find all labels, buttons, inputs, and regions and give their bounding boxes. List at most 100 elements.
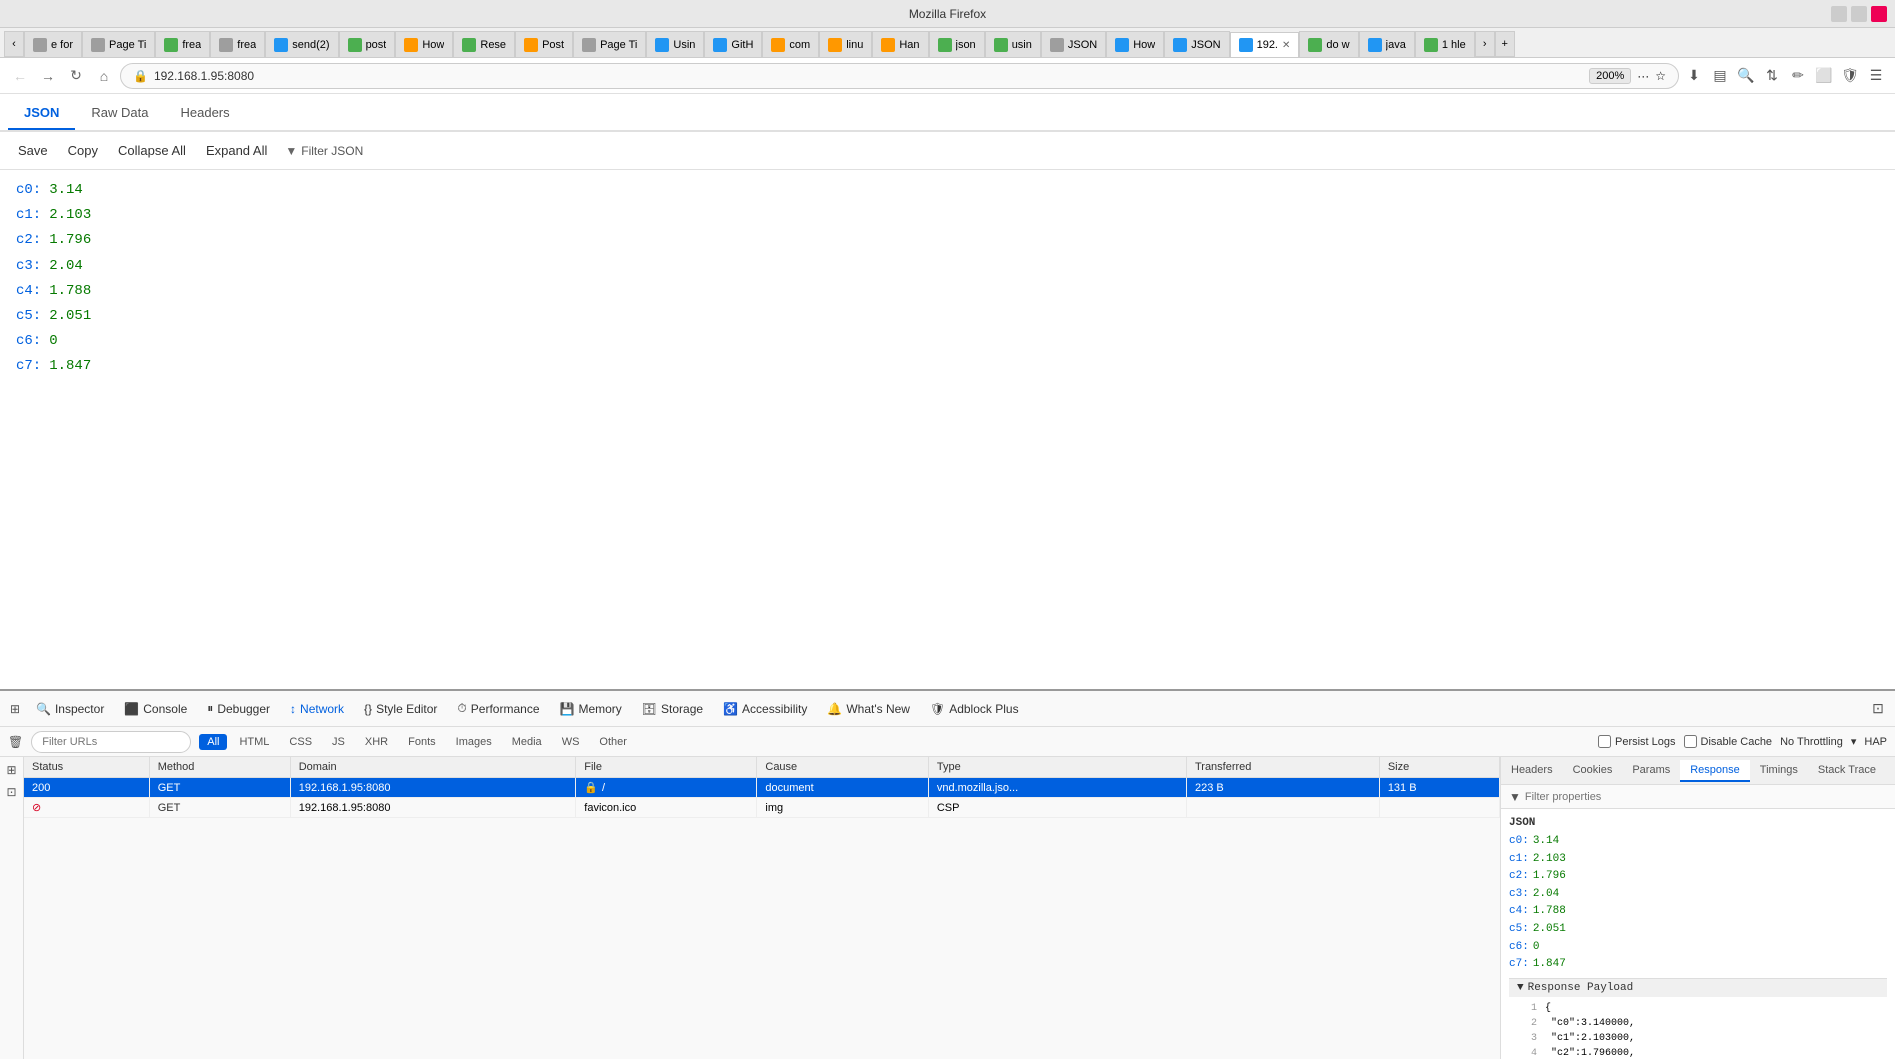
response-filter-input[interactable] [1525, 791, 1887, 803]
filter-json-button[interactable]: ▼ Filter JSON [285, 144, 363, 158]
browser-tab-t6[interactable]: post [339, 31, 396, 57]
throttling-dropdown-icon[interactable]: ▾ [1851, 735, 1857, 748]
network-col-type[interactable]: Type [928, 757, 1186, 778]
forward-button[interactable]: → [36, 64, 60, 88]
response-filter-bar[interactable]: ▼ [1501, 785, 1895, 809]
devtools-tab-network[interactable]: ↕Network [280, 698, 354, 720]
devtools-tab-memory[interactable]: 💾Memory [550, 698, 632, 720]
response-tab-timings[interactable]: Timings [1750, 760, 1808, 782]
response-tab-cookies[interactable]: Cookies [1563, 760, 1623, 782]
browser-tab-t14[interactable]: linu [819, 31, 872, 57]
network-table-row[interactable]: 200GET192.168.1.95:8080🔒/documentvnd.moz… [24, 778, 1500, 798]
network-col-status[interactable]: Status [24, 757, 149, 778]
network-side-icon1[interactable]: ⊞ [3, 761, 21, 779]
adblock-icon[interactable]: 🛡 [1839, 65, 1861, 87]
response-tab-params[interactable]: Params [1622, 760, 1680, 782]
persist-logs-checkbox[interactable] [1598, 735, 1611, 748]
browser-tab-t11[interactable]: Usin [646, 31, 704, 57]
browser-tab-t23[interactable]: java [1359, 31, 1415, 57]
devtools-tab-style_editor[interactable]: {}Style Editor [354, 698, 447, 720]
filter-type-fonts[interactable]: Fonts [400, 734, 444, 750]
json-action-expand-all[interactable]: Expand All [200, 139, 273, 162]
filter-type-html[interactable]: HTML [231, 734, 277, 750]
payload-header[interactable]: ▼ Response Payload [1509, 979, 1887, 997]
sidebar-icon[interactable]: ▤ [1709, 65, 1731, 87]
browser-tab-t20[interactable]: JSON [1164, 31, 1229, 57]
browser-tab-t17[interactable]: usin [985, 31, 1041, 57]
filter-url-input[interactable] [31, 731, 191, 753]
devtools-tab-whats_new[interactable]: 🔔What's New [817, 698, 920, 720]
bookmarks-icon[interactable]: ··· [1637, 69, 1649, 83]
browser-tab-t8[interactable]: Rese [453, 31, 515, 57]
devtools-tab-performance[interactable]: ⏱Performance [447, 697, 549, 720]
network-col-size[interactable]: Size [1379, 757, 1499, 778]
browser-tab-t24[interactable]: 1 hle [1415, 31, 1475, 57]
response-tab-stack-trace[interactable]: Stack Trace [1808, 760, 1886, 782]
tab-prev-button[interactable]: ‹ [4, 31, 24, 57]
devtools-tab-accessibility[interactable]: ♿Accessibility [713, 698, 817, 720]
devtools-tab-adblock[interactable]: 🛡Adblock Plus [920, 698, 1029, 720]
json-action-collapse-all[interactable]: Collapse All [112, 139, 192, 162]
network-side-icon2[interactable]: ⊡ [3, 783, 21, 801]
browser-tab-t5[interactable]: send(2) [265, 31, 338, 57]
filter-type-xhr[interactable]: XHR [357, 734, 396, 750]
network-col-domain[interactable]: Domain [290, 757, 576, 778]
json-action-copy[interactable]: Copy [62, 139, 104, 162]
browser-tab-t9[interactable]: Post [515, 31, 573, 57]
browser-tab-t1[interactable]: e for [24, 31, 82, 57]
browser-tab-t18[interactable]: JSON [1041, 31, 1106, 57]
synced-tabs-icon[interactable]: ⇅ [1761, 65, 1783, 87]
filter-type-media[interactable]: Media [504, 734, 550, 750]
devtools-tab-debugger[interactable]: ⏸Debugger [197, 697, 280, 720]
filter-type-css[interactable]: CSS [281, 734, 320, 750]
star-icon[interactable]: ☆ [1655, 69, 1666, 83]
browser-tab-t19[interactable]: How [1106, 31, 1164, 57]
network-col-method[interactable]: Method [149, 757, 290, 778]
browser-tab-t2[interactable]: Page Ti [82, 31, 155, 57]
browser-tab-t4[interactable]: frea [210, 31, 265, 57]
response-tab-headers[interactable]: Headers [1501, 760, 1563, 782]
network-col-cause[interactable]: Cause [757, 757, 928, 778]
browser-tab-t22[interactable]: do w [1299, 31, 1358, 57]
devtools-tab-console[interactable]: ⬛Console [114, 698, 197, 720]
devtools-dock-button[interactable]: ⊡ [1867, 698, 1889, 720]
maximize-button[interactable] [1851, 6, 1867, 22]
network-col-transferred[interactable]: Transferred [1186, 757, 1379, 778]
tab-search-icon[interactable]: 🔍 [1735, 65, 1757, 87]
edit-icon[interactable]: ✏ [1787, 65, 1809, 87]
filter-type-other[interactable]: Other [591, 734, 635, 750]
browser-tab-t10[interactable]: Page Ti [573, 31, 646, 57]
browser-tab-t12[interactable]: GitH [704, 31, 762, 57]
json-viewer-tab-headers[interactable]: Headers [164, 97, 245, 130]
browser-tab-t7[interactable]: How [395, 31, 453, 57]
close-button[interactable] [1871, 6, 1887, 22]
tab-next-button[interactable]: › [1475, 31, 1495, 57]
network-col-file[interactable]: File [576, 757, 757, 778]
json-action-save[interactable]: Save [12, 139, 54, 162]
persist-logs-group[interactable]: Persist Logs [1598, 735, 1676, 748]
network-table-row[interactable]: ⊘GET192.168.1.95:8080favicon.icoimgCSP [24, 798, 1500, 818]
browser-tab-t3[interactable]: frea [155, 31, 210, 57]
browser-tab-t15[interactable]: Han [872, 31, 928, 57]
new-tab-button[interactable]: + [1495, 31, 1515, 57]
json-viewer-tab-raw-data[interactable]: Raw Data [75, 97, 164, 130]
reload-button[interactable]: ↻ [64, 64, 88, 88]
response-tab-response[interactable]: Response [1680, 760, 1750, 782]
filter-type-js[interactable]: JS [324, 734, 353, 750]
disable-cache-checkbox[interactable] [1684, 735, 1697, 748]
downloads-icon[interactable]: ⬇ [1683, 65, 1705, 87]
filter-type-all[interactable]: All [199, 734, 227, 750]
zoom-badge[interactable]: 200% [1589, 68, 1631, 84]
devtools-tab-storage[interactable]: 🗄Storage [632, 698, 713, 720]
filter-type-ws[interactable]: WS [554, 734, 588, 750]
minimize-button[interactable] [1831, 6, 1847, 22]
tab-close-icon[interactable]: ✕ [1282, 40, 1290, 51]
devtools-tab-inspector[interactable]: 🔍Inspector [26, 698, 114, 720]
pocket-icon[interactable]: ⬜ [1813, 65, 1835, 87]
browser-tab-t13[interactable]: com [762, 31, 819, 57]
address-bar[interactable]: 🔒 192.168.1.95:8080 200% ··· ☆ [120, 63, 1679, 89]
home-button[interactable]: ⌂ [92, 64, 116, 88]
back-button[interactable]: ← [8, 64, 32, 88]
browser-tab-t16[interactable]: json [929, 31, 985, 57]
json-viewer-tab-json[interactable]: JSON [8, 97, 75, 130]
